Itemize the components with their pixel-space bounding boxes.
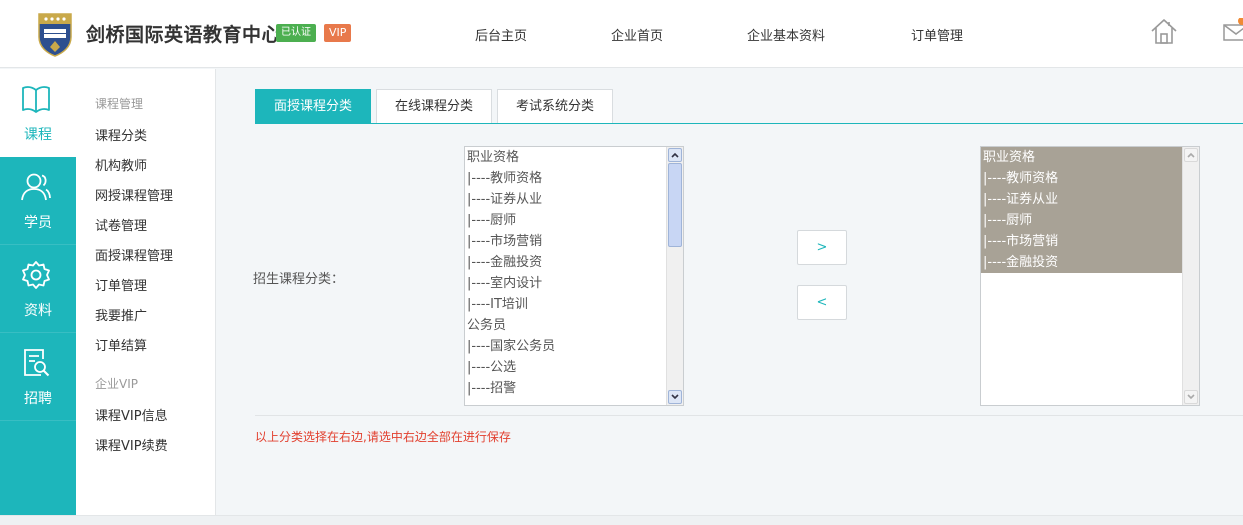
list-option[interactable]: |----金融投资 xyxy=(465,252,683,273)
scroll-down-button[interactable] xyxy=(1184,390,1198,404)
resume-search-icon xyxy=(24,349,50,377)
nav-company-home[interactable]: 企业首页 xyxy=(611,25,663,44)
section-divider xyxy=(255,415,1243,416)
nav-admin-home[interactable]: 后台主页 xyxy=(475,25,527,44)
school-crest-logo xyxy=(38,13,72,57)
list-option[interactable]: 公务员 xyxy=(465,315,683,336)
list-option[interactable]: 职业资格 xyxy=(465,147,683,168)
rail-label-recruitment: 招聘 xyxy=(24,391,52,407)
submenu-item-promotion[interactable]: 我要推广 xyxy=(95,305,147,324)
rail-label-courses: 课程 xyxy=(24,127,52,143)
rail-item-profile[interactable]: 资料 xyxy=(0,245,76,333)
scroll-down-button[interactable] xyxy=(668,390,682,404)
move-left-button[interactable]: < xyxy=(797,285,847,320)
main-content: 面授课程分类 在线课程分类 考试系统分类 招生课程分类： 职业资格 |----教… xyxy=(216,69,1243,515)
save-hint-text: 以上分类选择在右边,请选中右边全部在进行保存 xyxy=(255,430,511,444)
rail-label-profile: 资料 xyxy=(24,303,52,319)
chevron-down-icon xyxy=(1187,394,1195,400)
primary-sidebar: 课程 学员 资料 招聘 xyxy=(0,69,76,515)
users-icon xyxy=(21,173,51,201)
list-option-selected[interactable]: |----金融投资 xyxy=(981,252,1182,273)
submenu-item-offline-courses[interactable]: 面授课程管理 xyxy=(95,245,173,264)
rail-item-recruitment[interactable]: 招聘 xyxy=(0,333,76,421)
submenu-item-vip-renewal[interactable]: 课程VIP续费 xyxy=(95,435,168,454)
submenu-item-vip-info[interactable]: 课程VIP信息 xyxy=(95,405,168,424)
submenu-item-online-courses[interactable]: 网授课程管理 xyxy=(95,185,173,204)
bottom-strip xyxy=(0,515,1243,525)
list-option-selected[interactable]: |----市场营销 xyxy=(981,231,1182,252)
home-icon[interactable] xyxy=(1149,16,1179,46)
rail-item-courses[interactable]: 课程 xyxy=(0,69,76,157)
submenu-group-course-management: 课程管理 xyxy=(95,97,144,111)
submenu-item-course-category[interactable]: 课程分类 xyxy=(95,125,147,144)
list-scrollbar[interactable] xyxy=(1182,147,1199,405)
list-option-selected[interactable]: |----厨师 xyxy=(981,210,1182,231)
company-name: 剑桥国际英语教育中心 xyxy=(86,24,282,46)
submenu-item-teachers[interactable]: 机构教师 xyxy=(95,155,147,174)
mail-icon[interactable] xyxy=(1222,18,1243,44)
list-option-selected[interactable]: |----证券从业 xyxy=(981,189,1182,210)
rail-label-students: 学员 xyxy=(24,215,52,231)
scroll-up-button[interactable] xyxy=(668,148,682,162)
chevron-up-icon xyxy=(1187,152,1195,158)
list-option[interactable]: |----国家公务员 xyxy=(465,336,683,357)
chevron-up-icon xyxy=(671,152,679,158)
list-option[interactable]: |----公选 xyxy=(465,357,683,378)
tab-offline-course-category[interactable]: 面授课程分类 xyxy=(255,89,371,124)
submenu-item-exam-papers[interactable]: 试卷管理 xyxy=(95,215,147,234)
scroll-thumb[interactable] xyxy=(668,163,682,247)
list-option[interactable]: |----证券从业 xyxy=(465,189,683,210)
tab-exam-system-category[interactable]: 考试系统分类 xyxy=(497,89,613,124)
list-option[interactable]: |----市场营销 xyxy=(465,231,683,252)
submenu-item-orders[interactable]: 订单管理 xyxy=(95,275,147,294)
list-option[interactable]: |----IT培训 xyxy=(465,294,683,315)
list-option[interactable]: |----室内设计 xyxy=(465,273,683,294)
list-option[interactable]: |----招警 xyxy=(465,378,683,399)
list-option[interactable]: |----厨师 xyxy=(465,210,683,231)
rail-item-students[interactable]: 学员 xyxy=(0,157,76,245)
submenu-item-settlement[interactable]: 订单结算 xyxy=(95,335,147,354)
enroll-category-label: 招生课程分类： xyxy=(253,272,345,287)
gear-icon xyxy=(22,261,50,289)
selected-categories-list[interactable]: 职业资格 |----教师资格 |----证券从业 |----厨师 |----市场… xyxy=(980,146,1200,406)
book-icon xyxy=(22,86,50,113)
nav-order-management[interactable]: 订单管理 xyxy=(911,25,963,44)
top-header: 剑桥国际英语教育中心 已认证 VIP 后台主页 企业首页 企业基本资料 订单管理 xyxy=(0,0,1243,68)
nav-company-profile[interactable]: 企业基本资料 xyxy=(747,25,825,44)
move-right-button[interactable]: > xyxy=(797,230,847,265)
list-option-selected[interactable]: 职业资格 xyxy=(981,147,1182,168)
list-option-selected[interactable]: |----教师资格 xyxy=(981,168,1182,189)
tabs-underline xyxy=(255,123,1243,124)
available-categories-list[interactable]: 职业资格 |----教师资格 |----证券从业 |----厨师 |----市场… xyxy=(464,146,684,406)
vip-badge: VIP xyxy=(324,24,352,42)
tab-online-course-category[interactable]: 在线课程分类 xyxy=(376,89,492,124)
list-option[interactable]: |----教师资格 xyxy=(465,168,683,189)
scroll-up-button[interactable] xyxy=(1184,148,1198,162)
submenu-group-company-vip: 企业VIP xyxy=(95,377,138,391)
secondary-menu: 课程管理 课程分类 机构教师 网授课程管理 试卷管理 面授课程管理 订单管理 我… xyxy=(76,69,216,515)
verified-badge: 已认证 xyxy=(276,24,316,42)
list-scrollbar[interactable] xyxy=(666,147,683,405)
chevron-down-icon xyxy=(671,394,679,400)
